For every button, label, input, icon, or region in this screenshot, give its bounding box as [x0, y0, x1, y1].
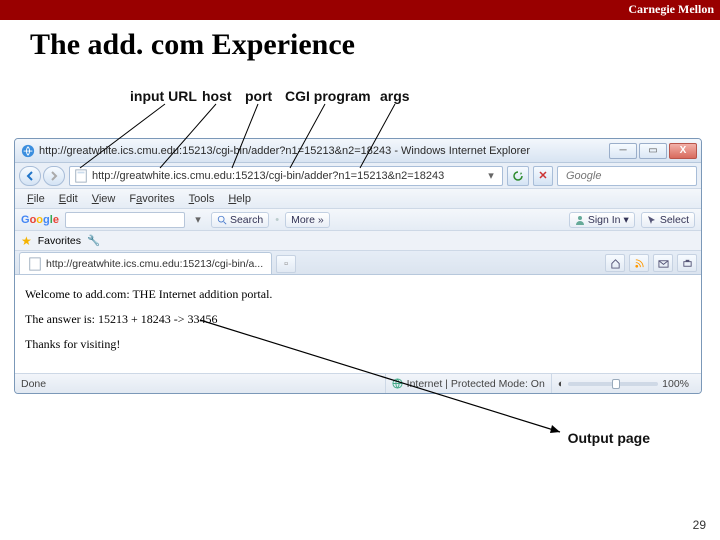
menu-view[interactable]: View	[86, 191, 122, 207]
address-bar-row: ▾ ✕ ▾	[15, 163, 701, 189]
label-port: port	[245, 88, 272, 104]
status-done: Done	[21, 378, 385, 390]
menu-bar: File Edit View Favorites Tools Help	[15, 189, 701, 209]
google-select-button[interactable]: Select	[641, 212, 695, 228]
google-search-dropdown-icon[interactable]: ▾	[191, 211, 205, 229]
menu-tools[interactable]: Tools	[183, 191, 221, 207]
google-select-label: Select	[660, 214, 689, 226]
refresh-icon	[512, 170, 524, 182]
zoom-slider[interactable]	[568, 382, 658, 386]
favorites-star-icon[interactable]: ★	[21, 234, 32, 248]
page-line-1: Welcome to add.com: THE Internet additio…	[25, 287, 691, 302]
status-zoom: ◐ 100%	[551, 374, 695, 393]
browser-window: http://greatwhite.ics.cmu.edu:15213/cgi-…	[14, 138, 702, 394]
page-line-2: The answer is: 15213 + 18243 -> 33456	[25, 312, 691, 327]
slide: Carnegie Mellon The add. com Experience …	[0, 0, 720, 540]
menu-edit[interactable]: Edit	[53, 191, 84, 207]
print-button[interactable]	[677, 254, 697, 272]
annotation-labels: input URL host port CGI program args	[0, 88, 720, 112]
search-box[interactable]: ▾	[557, 166, 697, 186]
cursor-icon	[647, 215, 657, 225]
page-icon	[74, 169, 88, 183]
tab-page-icon	[28, 257, 42, 271]
page-content: Welcome to add.com: THE Internet additio…	[15, 275, 701, 373]
address-box[interactable]: ▾	[69, 166, 503, 186]
google-more-label: More »	[291, 214, 324, 226]
minimize-button[interactable]: ─	[609, 143, 637, 159]
titlebar: http://greatwhite.ics.cmu.edu:15213/cgi-…	[15, 139, 701, 163]
google-search-label: Search	[230, 214, 263, 226]
rss-icon	[634, 258, 645, 269]
address-input[interactable]	[92, 170, 480, 182]
window-title: http://greatwhite.ics.cmu.edu:15213/cgi-…	[39, 145, 609, 157]
favorites-bar: ★ Favorites 🔧	[15, 231, 701, 251]
arrow-right-icon	[49, 171, 59, 181]
page-line-3: Thanks for visiting!	[25, 337, 691, 352]
stop-button[interactable]: ✕	[533, 166, 553, 186]
home-button[interactable]	[605, 254, 625, 272]
toolbar-separator: •	[275, 214, 279, 226]
address-dropdown-icon[interactable]: ▾	[484, 167, 498, 185]
brand-text: Carnegie Mellon	[628, 2, 714, 17]
home-icon	[610, 258, 621, 269]
page-number: 29	[693, 518, 706, 532]
new-tab-button[interactable]: ▫	[276, 255, 296, 273]
nav-buttons	[19, 166, 65, 186]
back-button[interactable]	[19, 166, 41, 186]
forward-button[interactable]	[43, 166, 65, 186]
zoom-thumb[interactable]	[612, 379, 620, 389]
favorites-label[interactable]: Favorites	[38, 235, 81, 247]
status-zone-text: Internet | Protected Mode: On	[407, 378, 545, 390]
user-icon	[575, 215, 585, 225]
tab-row: http://greatwhite.ics.cmu.edu:15213/cgi-…	[15, 251, 701, 275]
menu-favorites[interactable]: Favorites	[123, 191, 180, 207]
zoom-handle-icon[interactable]: ◐	[558, 378, 564, 390]
mail-icon	[658, 258, 669, 269]
magnifier-icon	[217, 215, 227, 225]
google-signin-label: Sign In	[588, 214, 621, 226]
google-search-button[interactable]: Search	[211, 212, 269, 228]
google-logo: Google	[21, 214, 59, 226]
globe-icon	[392, 378, 403, 389]
search-input[interactable]	[566, 170, 702, 182]
google-toolbar: Google ▾ Search • More » Sign In ▾ Selec…	[15, 209, 701, 231]
status-zone: Internet | Protected Mode: On	[385, 374, 551, 393]
label-input-url: input URL	[130, 88, 197, 104]
label-args: args	[380, 88, 410, 104]
tab-right-controls	[605, 254, 697, 274]
ie-icon	[21, 144, 35, 158]
refresh-button[interactable]	[507, 166, 529, 186]
brand-bar: Carnegie Mellon	[0, 0, 720, 20]
output-page-label: Output page	[568, 430, 650, 446]
google-signin-button[interactable]: Sign In ▾	[569, 212, 635, 228]
menu-help[interactable]: Help	[222, 191, 257, 207]
feeds-button[interactable]	[629, 254, 649, 272]
menu-file[interactable]: File	[21, 191, 51, 207]
arrow-left-icon	[25, 171, 35, 181]
mail-button[interactable]	[653, 254, 673, 272]
tab-active[interactable]: http://greatwhite.ics.cmu.edu:15213/cgi-…	[19, 252, 272, 274]
google-search-box[interactable]	[65, 212, 185, 228]
label-host: host	[202, 88, 232, 104]
window-buttons: ─ ▭ X	[609, 143, 697, 159]
tools-icon[interactable]: 🔧	[87, 234, 100, 247]
status-bar: Done Internet | Protected Mode: On ◐ 100…	[15, 373, 701, 393]
google-search-input[interactable]	[69, 214, 181, 225]
tab-title: http://greatwhite.ics.cmu.edu:15213/cgi-…	[46, 258, 263, 270]
maximize-button[interactable]: ▭	[639, 143, 667, 159]
zoom-value: 100%	[662, 378, 689, 390]
label-cgi-program: CGI program	[285, 88, 371, 104]
slide-title: The add. com Experience	[30, 28, 355, 62]
printer-icon	[682, 258, 693, 269]
close-button[interactable]: X	[669, 143, 697, 159]
google-more-button[interactable]: More »	[285, 212, 330, 228]
